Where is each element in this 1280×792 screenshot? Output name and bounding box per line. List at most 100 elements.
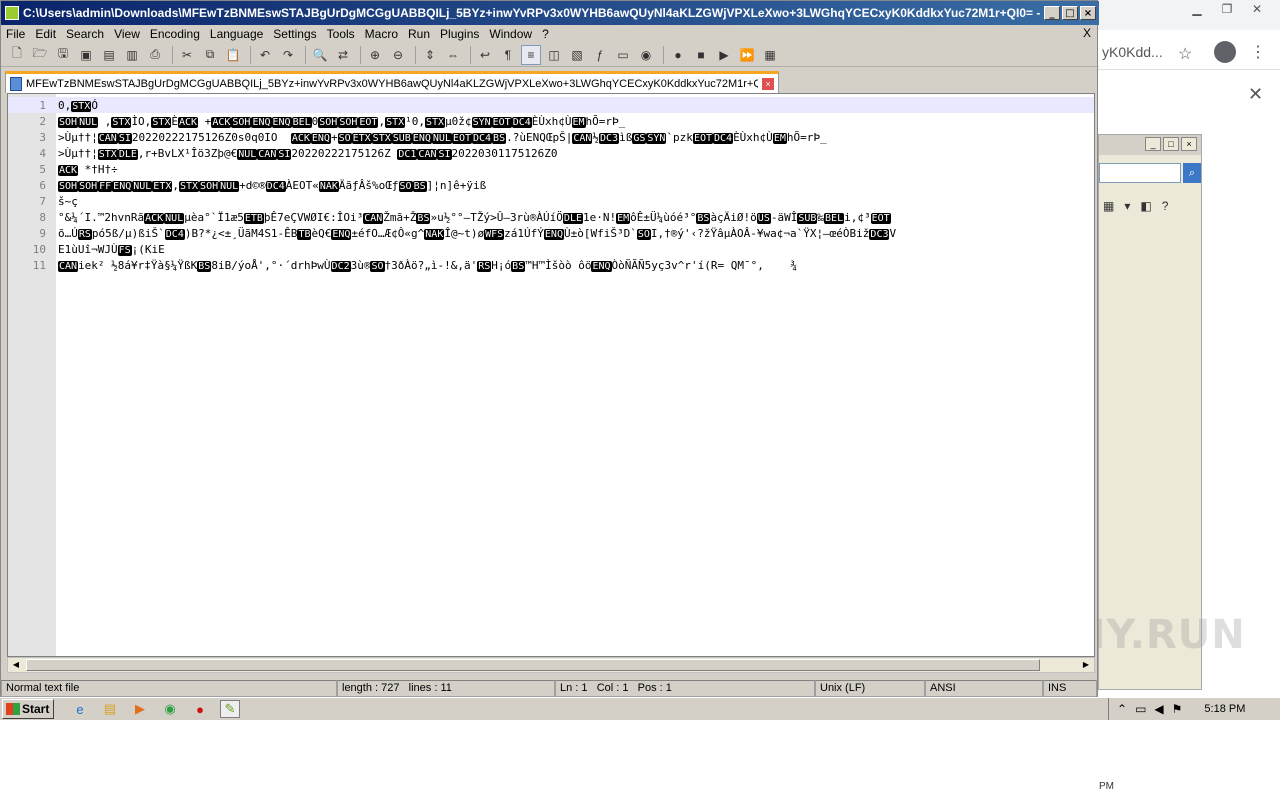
editor-line[interactable]: 10 E1ùUî¬WJÙFS¡(KiE xyxy=(8,241,1094,257)
close-all-icon[interactable]: ▥ xyxy=(122,45,142,65)
close-button[interactable]: × xyxy=(1080,6,1096,20)
word-wrap-icon[interactable]: ↩ xyxy=(475,45,495,65)
sync-vertical-icon[interactable]: ⇕ xyxy=(420,45,440,65)
scroll-right-icon[interactable]: ▶ xyxy=(1078,658,1094,672)
menu-item-search[interactable]: Search xyxy=(61,27,109,41)
search-icon[interactable]: ⌕ xyxy=(1183,163,1201,183)
menu-item-edit[interactable]: Edit xyxy=(30,27,61,41)
redo-icon[interactable]: ↷ xyxy=(278,45,298,65)
minimize-button[interactable]: _ xyxy=(1044,6,1060,20)
menu-item-help[interactable]: ? xyxy=(537,27,554,41)
minimize-icon[interactable]: ▁ xyxy=(1184,2,1210,18)
menu-item-view[interactable]: View xyxy=(109,27,145,41)
save-icon[interactable]: 🖫 xyxy=(53,45,73,65)
play-multiple-macro-icon[interactable]: ⏩ xyxy=(737,45,757,65)
notepadpp-taskbar-icon[interactable]: ✎ xyxy=(220,700,240,718)
paste-icon[interactable]: 📋 xyxy=(223,45,243,65)
new-file-icon[interactable]: 🗋 xyxy=(7,45,27,65)
menu-item-run[interactable]: Run xyxy=(403,27,435,41)
chevron-up-icon[interactable]: ⌃ xyxy=(1117,702,1127,716)
status-encoding[interactable]: ANSI xyxy=(925,680,1043,697)
editor-line[interactable]: 3 >Ùµ††¦CAN SI20220222175126Z0s0q0IO ACK EN… xyxy=(8,129,1094,145)
zoom-out-icon[interactable]: ⊖ xyxy=(388,45,408,65)
editor-line[interactable]: 7 š~ç xyxy=(8,193,1094,209)
search-input[interactable] xyxy=(1099,163,1181,183)
account-avatar-icon[interactable] xyxy=(1214,41,1236,63)
editor-line[interactable]: 11 CANiek² ½8á¥r‡Ÿà§¼ŸßKBS8iB/ýoÅ',°·´drh… xyxy=(8,257,1094,273)
close-tab-icon[interactable]: × xyxy=(762,77,774,90)
editor-line[interactable]: 5 ACK *†H†÷ xyxy=(8,161,1094,177)
clock[interactable]: 5:18 PM xyxy=(1204,703,1245,715)
horizontal-scrollbar[interactable]: ◀ ▶ xyxy=(7,657,1095,673)
print-icon[interactable]: ⎙ xyxy=(145,45,165,65)
tab-active-file[interactable]: MFEwTzBNMEswSTAJBgUrDgMCGgUABBQILj_5BYz+… xyxy=(5,71,779,93)
scroll-left-icon[interactable]: ◀ xyxy=(8,658,24,672)
status-insert-mode[interactable]: INS xyxy=(1043,680,1097,697)
menu-item-file[interactable]: File xyxy=(1,27,30,41)
media-player-icon[interactable]: ▶ xyxy=(130,700,150,718)
record-macro-icon[interactable]: ● xyxy=(668,45,688,65)
chevron-down-icon[interactable]: ▾ xyxy=(1124,199,1130,213)
menu-item-plugins[interactable]: Plugins xyxy=(435,27,484,41)
function-list-icon[interactable]: ƒ xyxy=(590,45,610,65)
bookmark-star-icon[interactable]: ☆ xyxy=(1178,44,1192,64)
replace-icon[interactable]: ⇄ xyxy=(333,45,353,65)
doc-map-icon[interactable]: ▧ xyxy=(567,45,587,65)
flag-icon[interactable]: ⚑ xyxy=(1172,702,1183,716)
save-macro-icon[interactable]: ▦ xyxy=(760,45,780,65)
cut-icon[interactable]: ✂ xyxy=(177,45,197,65)
view-icon[interactable]: ▦ xyxy=(1103,199,1114,213)
menu-item-settings[interactable]: Settings xyxy=(268,27,321,41)
network-icon[interactable]: ▭ xyxy=(1135,702,1146,716)
copy-icon[interactable]: ⧉ xyxy=(200,45,220,65)
status-eol[interactable]: Unix (LF) xyxy=(815,680,925,697)
minimize-icon[interactable]: _ xyxy=(1145,137,1161,151)
scrollbar-thumb[interactable] xyxy=(26,659,1040,671)
control-char: SOH xyxy=(58,116,79,128)
editor-line[interactable]: 1 0,STXÓ xyxy=(8,97,1094,113)
pane-icon[interactable]: ◧ xyxy=(1140,199,1151,213)
restore-icon[interactable]: ❐ xyxy=(1214,2,1240,18)
editor-line[interactable]: 2 SOH NUL ,STXÌO,STXÈACK +ACK SOH ENQ ENQ BEL0… xyxy=(8,113,1094,129)
sync-horizontal-icon[interactable]: ⇔ xyxy=(443,45,463,65)
stop-icon[interactable]: ● xyxy=(190,700,210,718)
quick-launch: e ▤ ▶ ◉ ● ✎ xyxy=(70,700,240,718)
internet-explorer-icon[interactable]: e xyxy=(70,700,90,718)
browser-menu-icon[interactable]: ⋮ xyxy=(1250,42,1266,62)
zoom-in-icon[interactable]: ⊕ xyxy=(365,45,385,65)
monitoring-icon[interactable]: ◉ xyxy=(636,45,656,65)
menu-item-tools[interactable]: Tools xyxy=(322,27,360,41)
play-macro-icon[interactable]: ▶ xyxy=(714,45,734,65)
folder-workspace-icon[interactable]: ▭ xyxy=(613,45,633,65)
undo-icon[interactable]: ↶ xyxy=(255,45,275,65)
maximize-button[interactable]: □ xyxy=(1062,6,1078,20)
menu-item-language[interactable]: Language xyxy=(205,27,268,41)
close-icon[interactable]: × xyxy=(1181,137,1197,151)
editor-line[interactable]: 8 °&¼´I.™2hvnRãACK NULµèa°`Ï1æ5ETBþÊ7eÇVWØ… xyxy=(8,209,1094,225)
maximize-icon[interactable]: □ xyxy=(1163,137,1179,151)
editor-line[interactable]: 9 õ…ÚRSpó5ß/µ)ßiŠ`DC4)B?*¿<±¸ÜãM4S1-ÊBTBè… xyxy=(8,225,1094,241)
close-file-icon[interactable]: ▤ xyxy=(99,45,119,65)
close-icon[interactable]: ✕ xyxy=(1248,84,1263,105)
stop-macro-icon[interactable]: ■ xyxy=(691,45,711,65)
close-document-icon[interactable]: X xyxy=(1083,26,1091,40)
show-all-chars-icon[interactable]: ¶ xyxy=(498,45,518,65)
editor-line[interactable]: 4 >Ùµ††¦STX DLE,r+BvLX¹Îö3Zþ@€NUL CAN SI2022… xyxy=(8,145,1094,161)
file-explorer-icon[interactable]: ▤ xyxy=(100,700,120,718)
volume-icon[interactable]: ◀ xyxy=(1154,702,1163,716)
open-file-icon[interactable]: 🗁 xyxy=(30,45,50,65)
text-editor[interactable]: 1 0,STXÓ 2 SOH NUL ,STXÌO,STXÈACK +ACK SOH ENQ… xyxy=(7,93,1095,657)
close-icon[interactable]: ✕ xyxy=(1244,2,1270,18)
menu-item-window[interactable]: Window xyxy=(484,27,537,41)
menu-item-encoding[interactable]: Encoding xyxy=(145,27,205,41)
chrome-icon[interactable]: ◉ xyxy=(160,700,180,718)
indent-guide-icon[interactable]: ≡ xyxy=(521,44,541,65)
help-icon[interactable]: ? xyxy=(1162,199,1169,213)
editor-line[interactable]: 6 SOH SOH FF ENQ NUL ETX,STX SOH NUL+d©®DC4ÀEOT«… xyxy=(8,177,1094,193)
menu-item-macro[interactable]: Macro xyxy=(360,27,403,41)
start-button[interactable]: Start xyxy=(2,699,54,719)
save-all-icon[interactable]: ▣ xyxy=(76,45,96,65)
control-char: STX xyxy=(385,116,406,128)
find-icon[interactable]: 🔍 xyxy=(310,45,330,65)
udl-icon[interactable]: ◫ xyxy=(544,45,564,65)
